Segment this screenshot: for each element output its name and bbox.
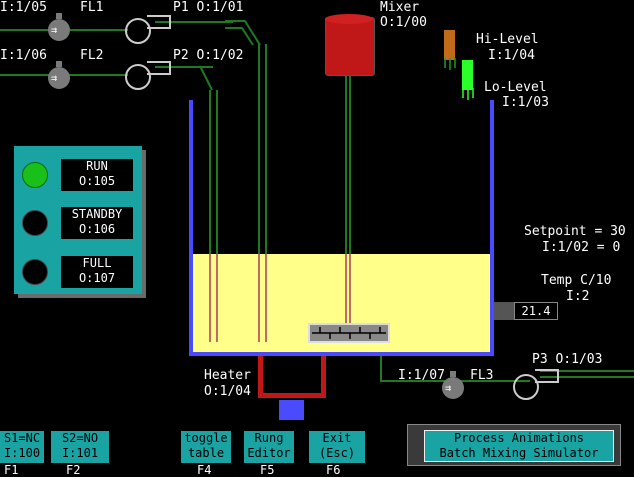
run-lamp-icon	[22, 162, 48, 188]
rung-label: Rung	[254, 431, 284, 445]
exit-button[interactable]: Exit (Esc)	[309, 431, 365, 463]
fl1-address: I:1/05	[0, 0, 47, 15]
title-box: Process Animations Batch Mixing Simulato…	[424, 430, 614, 462]
s2-label: S2=NO	[61, 431, 99, 445]
toggle-label: toggle	[184, 431, 228, 445]
setpoint-line2: I:1/02 = 0	[542, 240, 621, 255]
p1-pump-outlet	[147, 15, 171, 29]
tank-inlet-1	[209, 254, 211, 342]
lo-level-address: I:1/03	[502, 95, 549, 110]
title-line2: Batch Mixing Simulator	[439, 446, 599, 460]
standby-address: O:106	[78, 222, 116, 236]
temp-display: 21.4	[514, 302, 558, 320]
mixer-shaft-liquid	[345, 254, 351, 324]
full-address: O:107	[78, 271, 116, 285]
mixer-blades-icon	[312, 327, 386, 339]
p2-pump-outlet	[147, 61, 171, 75]
hi-level-sensor-icon	[444, 30, 455, 60]
esc-label: (Esc)	[318, 446, 356, 460]
hi-level-label: Hi-Level	[476, 32, 539, 47]
run-address: O:105	[78, 174, 116, 188]
s1-fkey: F1	[4, 463, 19, 477]
s1-address: I:100	[3, 446, 41, 460]
p3-pump-outlet	[535, 369, 559, 383]
pipe-drain	[380, 356, 382, 380]
standby-lamp-icon	[22, 210, 48, 236]
mixer-motor-icon[interactable]	[325, 17, 375, 76]
tank-inlet-2	[216, 254, 218, 342]
full-box: FULL O:107	[61, 256, 133, 288]
exit-fkey: F6	[326, 463, 341, 477]
s2-button[interactable]: S2=NO I:101	[51, 431, 109, 463]
fl2-valve-icon[interactable]: ⇉	[48, 61, 70, 89]
fl1-label: FL1	[80, 0, 104, 15]
run-box: RUN O:105	[61, 159, 133, 191]
hi-level-address: I:1/04	[488, 48, 535, 63]
pipe-p2-bend	[200, 65, 213, 91]
full-lamp-icon	[22, 259, 48, 285]
heater-address: O:1/04	[204, 384, 251, 399]
s2-address: I:101	[61, 446, 99, 460]
tank-inlet-3	[258, 254, 260, 342]
fl1-valve-icon[interactable]: ⇉	[48, 13, 70, 41]
heater-label: Heater	[204, 368, 251, 383]
s1-label: S1=NC	[3, 431, 41, 445]
standby-label: STANDBY	[71, 207, 123, 221]
hi-level-probe-icon	[444, 58, 456, 70]
exit-label: Exit	[322, 431, 352, 445]
rung-fkey: F5	[260, 463, 275, 477]
setpoint-line1: Setpoint = 30	[524, 224, 626, 239]
run-label: RUN	[86, 159, 108, 173]
s2-fkey: F2	[66, 463, 81, 477]
p1-label: P1 O:1/01	[173, 0, 244, 15]
fl3-label: FL3	[470, 368, 494, 383]
rung-editor-button[interactable]: Rung Editor	[244, 431, 294, 463]
fl2-label: FL2	[80, 48, 104, 63]
fl3-address: I:1/07	[398, 368, 445, 383]
heater-block-icon[interactable]	[279, 400, 304, 420]
mixer-motor-top	[325, 14, 373, 24]
full-label: FULL	[82, 256, 112, 270]
tank-inlet-4	[265, 254, 267, 342]
s1-button[interactable]: S1=NC I:100	[0, 431, 44, 463]
editor-label: Editor	[247, 446, 291, 460]
p3-label: P3 O:1/03	[532, 352, 603, 367]
temp-probe-icon	[494, 302, 514, 320]
toggle-fkey: F4	[197, 463, 212, 477]
mixer-label: Mixer	[380, 0, 420, 15]
lo-level-sensor-icon	[462, 60, 473, 90]
fl2-address: I:1/06	[0, 48, 47, 63]
mixer-address: O:1/00	[380, 15, 427, 30]
lo-level-probe-icon	[462, 88, 474, 100]
pipe-p1-bend	[225, 20, 261, 46]
lo-level-label: Lo-Level	[484, 80, 547, 95]
table-label: table	[187, 446, 225, 460]
temp-address: I:2	[566, 289, 590, 304]
standby-box: STANDBY O:106	[61, 207, 133, 239]
heater-element-icon	[258, 356, 326, 398]
fl3-valve-icon[interactable]: ⇉	[442, 371, 464, 399]
p2-label: P2 O:1/02	[173, 48, 244, 63]
temp-label: Temp C/10	[541, 273, 612, 288]
toggle-table-button[interactable]: toggle table	[181, 431, 231, 463]
title-line1: Process Animations	[453, 431, 585, 445]
